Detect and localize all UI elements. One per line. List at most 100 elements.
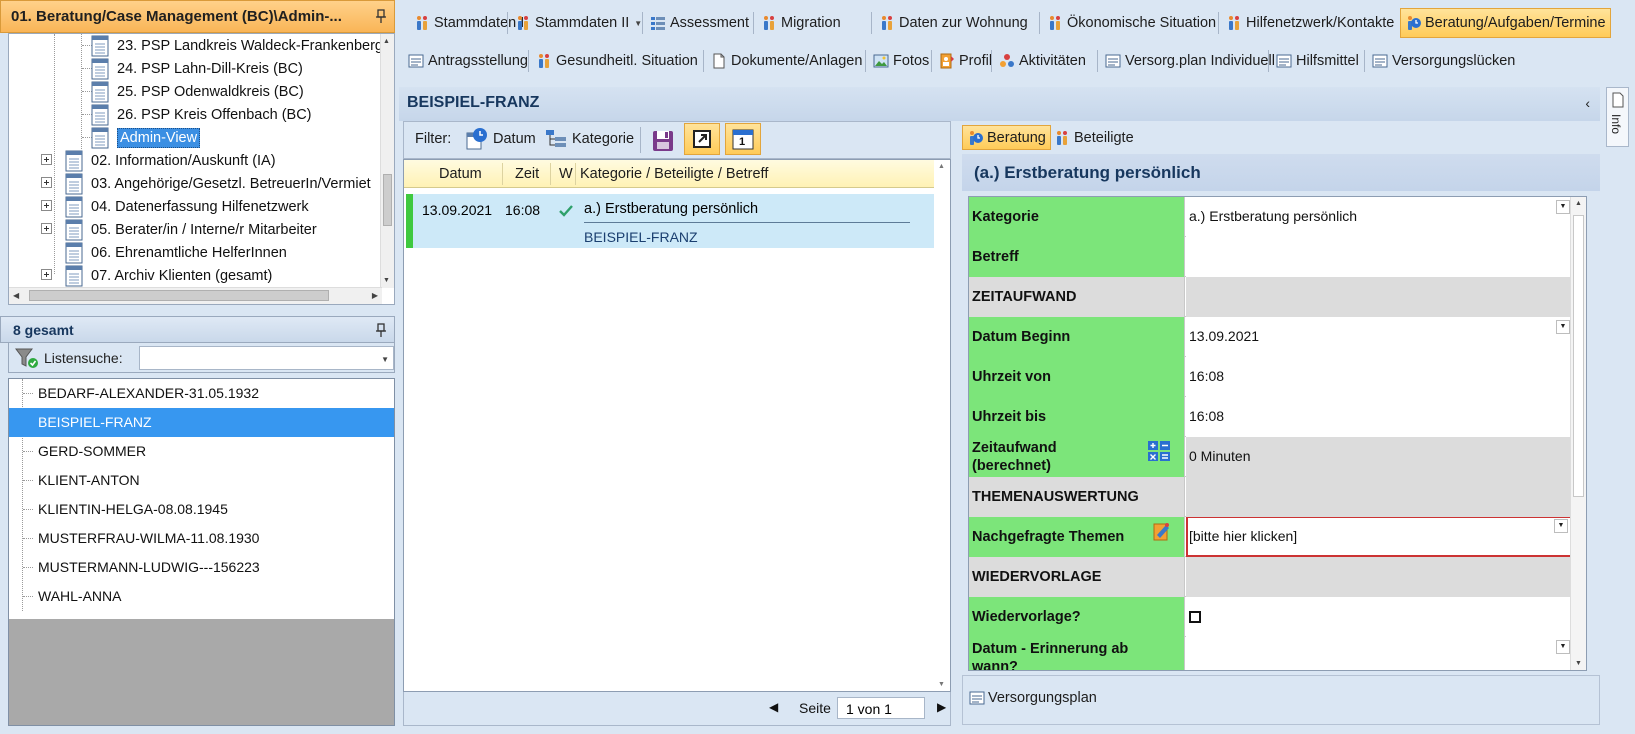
tree-item[interactable]: 25. PSP Odenwaldkreis (BC) xyxy=(91,80,304,104)
tab-beratung-aufgaben-termine[interactable]: Beratung/Aufgaben/Termine xyxy=(1400,8,1611,38)
tab-gesundheitl-situation[interactable]: Gesundheitl. Situation xyxy=(532,46,702,76)
tab-hilfsmittel[interactable]: Hilfsmittel xyxy=(1272,46,1363,76)
scroll-up-icon[interactable]: ▲ xyxy=(938,163,945,170)
expand-icon[interactable] xyxy=(41,154,52,165)
tree-item[interactable]: 05. Berater/in / Interne/r Mitarbeiter xyxy=(65,218,317,242)
list-item[interactable]: MUSTERFRAU-WILMA-11.08.1930 xyxy=(9,524,394,553)
prev-page-icon[interactable]: ◀ xyxy=(769,700,778,714)
tree-item[interactable]: 24. PSP Lahn-Dill-Kreis (BC) xyxy=(91,57,303,81)
list-item-selected[interactable]: BEISPIEL-FRANZ xyxy=(9,408,394,437)
pin-icon[interactable] xyxy=(376,323,386,337)
page-input[interactable]: 1 von 1 xyxy=(837,697,925,719)
open-external-button[interactable] xyxy=(684,123,720,155)
tab-fotos[interactable]: Fotos xyxy=(869,46,933,76)
tab-oekonomische-situation[interactable]: Ökonomische Situation xyxy=(1043,8,1220,38)
form-scroll-thumb[interactable] xyxy=(1573,215,1584,497)
list-item[interactable]: MUSTERMANN-LUDWIG---156223 xyxy=(9,553,394,582)
column-header-kategorie[interactable]: Kategorie / Beteiligte / Betreff xyxy=(580,166,768,182)
save-icon[interactable] xyxy=(650,128,676,154)
grid-scrollbar[interactable]: ▲ ▼ xyxy=(934,160,950,691)
tree-item[interactable]: 23. PSP Landkreis Waldeck-Frankenberg xyxy=(91,34,383,58)
scroll-down-icon[interactable]: ▼ xyxy=(938,681,945,688)
tree-item[interactable]: 03. Angehörige/Gesetzl. BetreuerIn/Vermi… xyxy=(65,172,371,196)
list-item[interactable]: GERD-SOMMER xyxy=(9,437,394,466)
list-item[interactable]: KLIENTIN-HELGA-08.08.1945 xyxy=(9,495,394,524)
collapse-panel-icon[interactable]: ‹ xyxy=(1585,95,1590,111)
tab-aktivitaeten[interactable]: Aktivitäten xyxy=(995,46,1090,76)
form-scrollbar[interactable]: ▲ ▼ xyxy=(1570,197,1586,670)
filter-icon[interactable] xyxy=(15,347,39,369)
expand-icon[interactable] xyxy=(41,269,52,280)
tree-item[interactable]: 06. Ehrenamtliche HelferInnen xyxy=(65,241,287,265)
list-item[interactable]: BEDARF-ALEXANDER-31.05.1932 xyxy=(9,379,394,408)
tab-antragsstellung[interactable]: Antragsstellung xyxy=(404,46,532,76)
versorgungsplan-button[interactable]: Versorgungsplan xyxy=(969,690,1097,706)
chevron-down-icon[interactable]: ▼ xyxy=(381,355,389,364)
expand-icon[interactable] xyxy=(41,200,52,211)
tab-profil[interactable]: Profil xyxy=(935,46,996,76)
list-item[interactable]: KLIENT-ANTON xyxy=(9,466,394,495)
list-item[interactable]: WAHL-ANNA xyxy=(9,582,394,611)
nachgefragte-themen-select[interactable]: [bitte hier klicken] ▼ xyxy=(1186,517,1572,557)
betreff-input[interactable] xyxy=(1186,237,1572,277)
tree-item[interactable]: 26. PSP Kreis Offenbach (BC) xyxy=(91,103,312,127)
tab-dokumente-anlagen[interactable]: Dokumente/Anlagen xyxy=(707,46,866,76)
uhrzeit-von-input[interactable]: 16:08 xyxy=(1186,357,1572,397)
chevron-down-icon[interactable]: ▼ xyxy=(1554,519,1568,533)
tab-versorgplan-individuell[interactable]: Versorg.plan Individuell xyxy=(1101,46,1279,76)
kategorie-select[interactable]: a.) Erstberatung persönlich ▼ xyxy=(1186,197,1572,237)
info-side-tab[interactable]: Info xyxy=(1606,87,1629,147)
wiedervorlage-checkbox[interactable] xyxy=(1189,611,1201,623)
people-icon xyxy=(882,16,892,30)
tab-beteiligte[interactable]: Beteiligte xyxy=(1050,125,1138,150)
expand-icon[interactable] xyxy=(41,223,52,234)
tab-daten-wohnung[interactable]: Daten zur Wohnung xyxy=(875,8,1032,38)
chevron-down-icon[interactable]: ▼ xyxy=(1556,640,1570,654)
datum-erinnerung-input[interactable]: ▼ xyxy=(1186,637,1572,670)
grid-header: Datum Zeit W Kategorie / Beteiligte / Be… xyxy=(404,160,934,188)
tree-item[interactable]: 02. Information/Auskunft (IA) xyxy=(65,149,276,173)
scroll-right-icon[interactable]: ▶ xyxy=(372,291,378,300)
tree-scroll-thumb[interactable] xyxy=(383,174,392,226)
tree-hscroll-thumb[interactable] xyxy=(29,290,329,301)
document-icon xyxy=(91,58,109,80)
tree-vertical-scrollbar[interactable]: ▲ ▼ xyxy=(380,34,394,288)
next-page-icon[interactable]: ▶ xyxy=(937,700,946,714)
tab-migration[interactable]: Migration xyxy=(757,8,845,38)
datum-beginn-input[interactable]: 13.09.2021 ▼ xyxy=(1186,317,1572,357)
tab-stammdaten-2[interactable]: Stammdaten II ▼ xyxy=(511,8,646,38)
expand-icon[interactable] xyxy=(41,177,52,188)
tree-item[interactable]: 04. Datenerfassung Hilfenetzwerk xyxy=(65,195,309,219)
tree-item[interactable]: 07. Archiv Klienten (gesamt) xyxy=(65,264,272,288)
scroll-left-icon[interactable]: ◀ xyxy=(13,291,19,300)
versorgungsplan-bar: Versorgungsplan xyxy=(962,675,1600,725)
column-header-w[interactable]: W xyxy=(559,166,573,182)
calculator-icon[interactable] xyxy=(1147,440,1171,462)
table-row[interactable]: 13.09.2021 16:08 a.) Erstberatung persön… xyxy=(406,194,934,248)
uhrzeit-bis-input[interactable]: 16:08 xyxy=(1186,397,1572,437)
column-header-datum[interactable]: Datum xyxy=(439,166,482,182)
scroll-up-icon[interactable]: ▲ xyxy=(1575,200,1582,207)
pin-icon[interactable] xyxy=(376,9,386,23)
tab-hilfenetzwerk[interactable]: Hilfenetzwerk/Kontakte xyxy=(1222,8,1398,38)
column-header-zeit[interactable]: Zeit xyxy=(515,166,539,182)
filter-datum-button[interactable]: Datum xyxy=(466,127,536,151)
tree-item-admin-view[interactable]: Admin-View xyxy=(91,126,201,150)
tree-horizontal-scrollbar[interactable]: ◀ ▶ xyxy=(9,287,382,304)
tab-versorgungsluecken[interactable]: Versorgungslücken xyxy=(1368,46,1519,76)
info-tab-label: Info xyxy=(1609,114,1623,135)
document-icon xyxy=(91,104,109,126)
tab-assessment[interactable]: Assessment xyxy=(646,8,753,38)
chevron-down-icon[interactable]: ▼ xyxy=(1556,200,1570,214)
chevron-down-icon[interactable]: ▼ xyxy=(1556,320,1570,334)
edit-note-icon[interactable] xyxy=(1152,521,1172,543)
calendar-today-button[interactable]: 1 xyxy=(725,123,761,155)
list-search-input[interactable]: ▼ xyxy=(139,346,394,370)
filter-kategorie-button[interactable]: Kategorie xyxy=(545,129,634,149)
scroll-down-icon[interactable]: ▼ xyxy=(1575,660,1582,667)
scroll-up-icon[interactable]: ▲ xyxy=(383,38,390,45)
tab-beratung[interactable]: Beratung xyxy=(962,125,1051,150)
scroll-down-icon[interactable]: ▼ xyxy=(383,277,390,284)
people-clock-icon xyxy=(970,130,983,145)
section-label: WIEDERVORLAGE xyxy=(972,569,1102,585)
